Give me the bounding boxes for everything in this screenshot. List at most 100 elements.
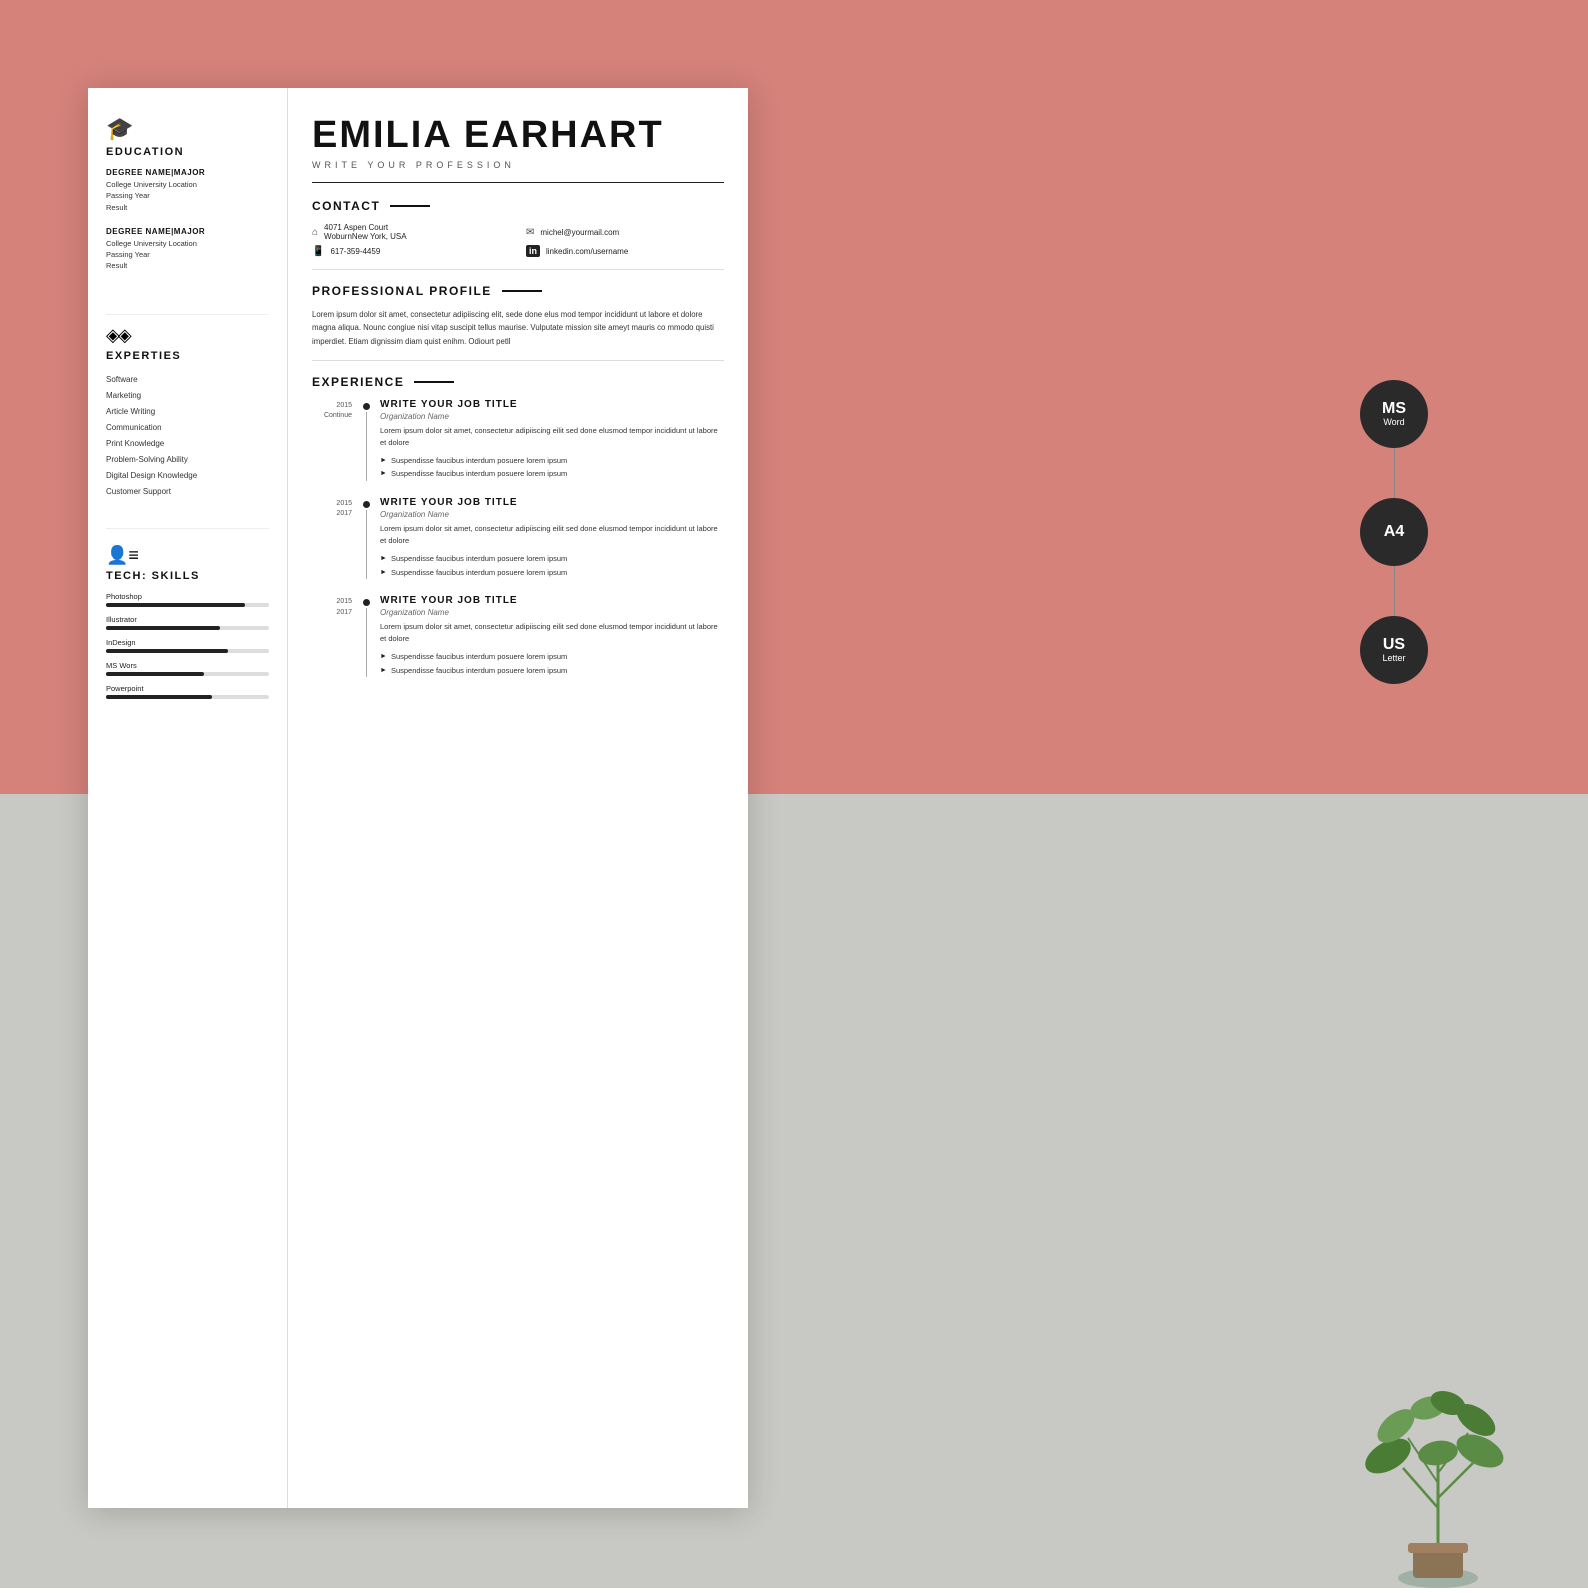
resume-name: EMILIA EARHART <box>312 116 724 154</box>
format-badges: MS Word A4 US Letter <box>1360 380 1428 684</box>
experties-item-3: Article Writing <box>106 404 269 420</box>
exp-desc-1: Lorem ipsum dolor sit amet, consectetur … <box>380 425 724 449</box>
exp-bullet-1-2: ► Suspendisse faucibus interdum posuere … <box>380 467 724 481</box>
experience-label: EXPERIENCE <box>312 375 404 389</box>
exp-org-2: Organization Name <box>380 510 724 519</box>
contact-label: CONTACT <box>312 199 380 213</box>
resume-profession: WRITE YOUR PROFESSION <box>312 160 724 170</box>
badge-connector-1 <box>1394 448 1395 498</box>
exp-desc-2: Lorem ipsum dolor sit amet, consectetur … <box>380 523 724 547</box>
exp-bullet-1-1: ► Suspendisse faucibus interdum posuere … <box>380 454 724 468</box>
resume-header: EMILIA EARHART WRITE YOUR PROFESSION <box>312 116 724 183</box>
plant-decoration <box>1328 1308 1548 1588</box>
sidebar-divider-1 <box>106 314 269 315</box>
degree-result-1: Result <box>106 202 269 213</box>
main-content: EMILIA EARHART WRITE YOUR PROFESSION CON… <box>288 88 748 1508</box>
contact-grid: ⌂ 4071 Aspen Court WoburnNew York, USA ✉… <box>312 223 724 257</box>
skill-bar-fill-2 <box>106 626 220 630</box>
contact-linkedin: in linkedin.com/username <box>526 245 724 257</box>
skill-name-3: InDesign <box>106 638 269 647</box>
phone-text: 617-359-4459 <box>330 247 380 256</box>
experties-heading: EXPERTIES <box>106 350 269 362</box>
bullet-arrow-icon: ► <box>380 665 387 678</box>
skill-row-5: Powerpoint <box>106 684 269 699</box>
skill-bar-bg-2 <box>106 626 269 630</box>
degree-location-1: College University Location <box>106 179 269 190</box>
badge-letter-label: Letter <box>1382 653 1405 663</box>
tech-skills-section: 👤≡ TECH: SKILLS Photoshop Illustrator In… <box>106 545 269 707</box>
education-section: 🎓 EDUCATION DEGREE NAME|MAJOR College Un… <box>106 116 269 286</box>
exp-details-3: WRITE YOUR JOB TITLE Organization Name L… <box>380 595 724 677</box>
contact-address-text: 4071 Aspen Court WoburnNew York, USA <box>324 223 407 241</box>
skill-bar-bg-1 <box>106 603 269 607</box>
degree-year-1: Passing Year <box>106 190 269 201</box>
experties-item-6: Problem-Solving Ability <box>106 452 269 468</box>
exp-org-3: Organization Name <box>380 608 724 617</box>
contact-email: ✉ michel@yourmail.com <box>526 223 724 241</box>
graduation-icon: 🎓 <box>106 116 269 142</box>
badge-us-label: US <box>1383 637 1405 653</box>
exp-title-2: WRITE YOUR JOB TITLE <box>380 497 724 508</box>
experience-section: EXPERIENCE 2015 Continue WRITE YOUR JOB … <box>312 375 724 1484</box>
exp-title-1: WRITE YOUR JOB TITLE <box>380 399 724 410</box>
tech-skills-heading: TECH: SKILLS <box>106 570 269 582</box>
skill-name-4: MS Wors <box>106 661 269 670</box>
badge-ms-word: MS Word <box>1360 380 1428 448</box>
exp-bullets-3: ► Suspendisse faucibus interdum posuere … <box>380 650 724 677</box>
exp-details-2: WRITE YOUR JOB TITLE Organization Name L… <box>380 497 724 579</box>
phone-icon: 📱 <box>312 246 324 257</box>
skill-bar-bg-3 <box>106 649 269 653</box>
badge-connector-2 <box>1394 566 1395 616</box>
bullet-arrow-icon: ► <box>380 651 387 664</box>
degree-block-2: DEGREE NAME|MAJOR College University Loc… <box>106 227 269 272</box>
exp-year-end-1: Continue <box>312 411 352 422</box>
email-icon: ✉ <box>526 227 534 238</box>
exp-year-start-1: 2015 <box>312 401 352 412</box>
linkedin-text: linkedin.com/username <box>546 247 628 256</box>
exp-line-col-3 <box>360 595 372 677</box>
degree-location-2: College University Location <box>106 238 269 249</box>
profile-line <box>502 290 542 292</box>
exp-dot-3 <box>363 599 370 606</box>
exp-bullet-3-1: ► Suspendisse faucibus interdum posuere … <box>380 650 724 664</box>
skill-name-5: Powerpoint <box>106 684 269 693</box>
exp-desc-3: Lorem ipsum dolor sit amet, consectetur … <box>380 621 724 645</box>
email-text: michel@yourmail.com <box>540 228 619 237</box>
exp-vert-line-1 <box>366 412 367 481</box>
exp-bullets-2: ► Suspendisse faucibus interdum posuere … <box>380 552 724 579</box>
badge-word-label: Word <box>1383 417 1404 427</box>
stack-icon: ◈◈ <box>106 325 269 346</box>
skill-row-3: InDesign <box>106 638 269 653</box>
badge-us-letter: US Letter <box>1360 616 1428 684</box>
contact-heading: CONTACT <box>312 199 724 213</box>
exp-details-1: WRITE YOUR JOB TITLE Organization Name L… <box>380 399 724 481</box>
bullet-arrow-icon: ► <box>380 553 387 566</box>
exp-title-3: WRITE YOUR JOB TITLE <box>380 595 724 606</box>
skill-bar-fill-5 <box>106 695 212 699</box>
exp-year-col-3: 2015 2017 <box>312 595 352 677</box>
contact-address: ⌂ 4071 Aspen Court WoburnNew York, USA <box>312 223 510 241</box>
sidebar: 🎓 EDUCATION DEGREE NAME|MAJOR College Un… <box>88 88 288 1508</box>
skill-row-2: Illustrator <box>106 615 269 630</box>
exp-vert-line-3 <box>366 608 367 677</box>
skill-bar-fill-3 <box>106 649 228 653</box>
exp-vert-line-2 <box>366 510 367 579</box>
exp-year-end-2: 2017 <box>312 509 352 520</box>
experience-heading: EXPERIENCE <box>312 375 724 389</box>
exp-bullet-3-2: ► Suspendisse faucibus interdum posuere … <box>380 664 724 678</box>
exp-year-start-3: 2015 <box>312 597 352 608</box>
skill-bar-bg-5 <box>106 695 269 699</box>
experties-item-1: Software <box>106 372 269 388</box>
skill-bar-bg-4 <box>106 672 269 676</box>
exp-dot-2 <box>363 501 370 508</box>
exp-year-col-2: 2015 2017 <box>312 497 352 579</box>
exp-block-1: 2015 Continue WRITE YOUR JOB TITLE Organ… <box>312 399 724 481</box>
experties-item-4: Communication <box>106 420 269 436</box>
skill-name-2: Illustrator <box>106 615 269 624</box>
profile-heading: PROFESSIONAL PROFILE <box>312 284 724 298</box>
exp-bullets-1: ► Suspendisse faucibus interdum posuere … <box>380 454 724 481</box>
experties-list: Software Marketing Article Writing Commu… <box>106 372 269 500</box>
exp-bullet-2-2: ► Suspendisse faucibus interdum posuere … <box>380 566 724 580</box>
profile-label: PROFESSIONAL PROFILE <box>312 284 492 298</box>
skill-row-1: Photoshop <box>106 592 269 607</box>
